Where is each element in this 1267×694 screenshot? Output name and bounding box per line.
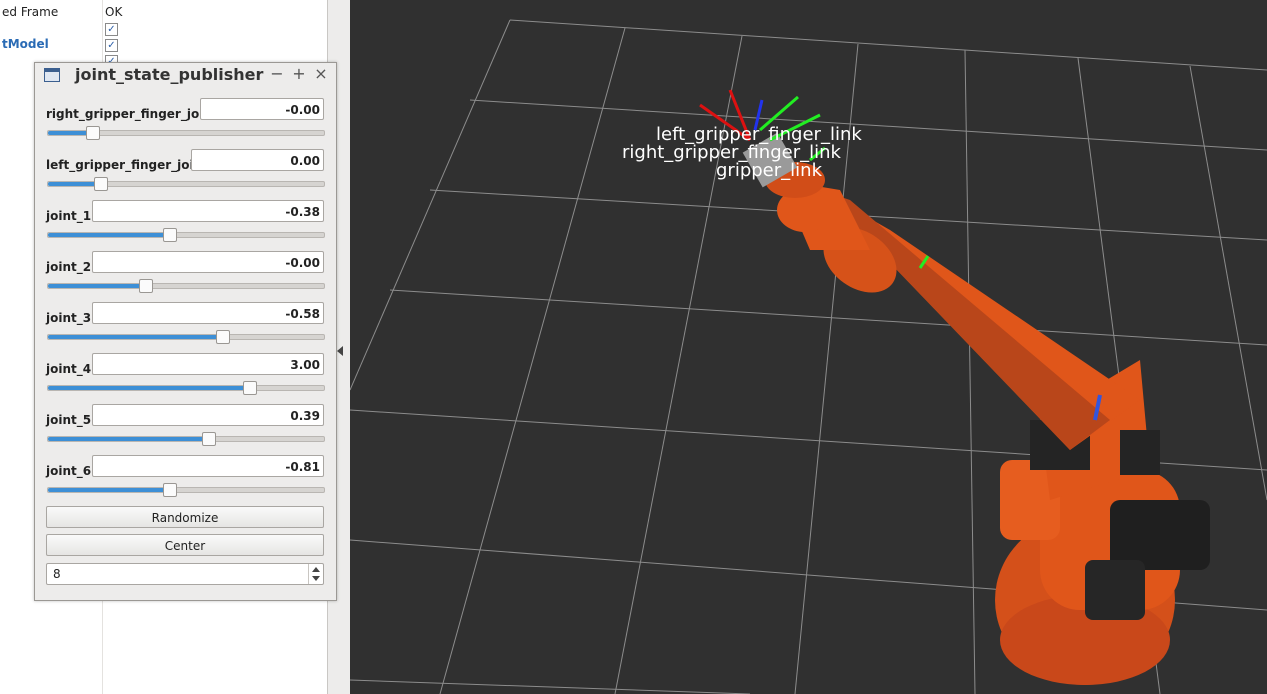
joint-slider[interactable] xyxy=(47,228,325,242)
joint-label: joint_1 xyxy=(46,209,92,223)
joint-slider[interactable] xyxy=(47,432,325,446)
property-row-robot-model[interactable]: tModel xyxy=(0,37,327,53)
joint-value-field[interactable]: 0.39 xyxy=(92,404,324,426)
slider-thumb[interactable] xyxy=(243,381,258,395)
minimize-button[interactable]: − xyxy=(269,64,285,83)
joint-row: right_gripper_finger_joint -0.00 xyxy=(35,98,336,149)
slider-thumb[interactable] xyxy=(94,177,109,191)
checkbox[interactable]: ✓ xyxy=(105,39,118,52)
slider-fill xyxy=(48,488,170,492)
spin-down-icon[interactable] xyxy=(312,576,320,581)
slider-thumb[interactable] xyxy=(202,432,217,446)
checkbox[interactable]: ✓ xyxy=(105,23,118,36)
slider-fill xyxy=(48,335,222,339)
slider-fill xyxy=(48,437,209,441)
window-titlebar[interactable]: joint_state_publisher − + × xyxy=(35,63,336,87)
spinbox-value: 8 xyxy=(53,567,61,581)
joint-slider[interactable] xyxy=(47,330,325,344)
joint-slider[interactable] xyxy=(47,126,325,140)
joint-label: joint_6 xyxy=(46,464,92,478)
joint-label: joint_2 xyxy=(46,260,92,274)
joint-value-field[interactable]: -0.81 xyxy=(92,455,324,477)
spinbox[interactable]: 8 xyxy=(46,563,324,585)
slider-fill xyxy=(48,233,170,237)
property-name: tModel xyxy=(2,37,49,51)
slider-fill xyxy=(48,386,250,390)
slider-thumb[interactable] xyxy=(163,228,178,242)
slider-fill xyxy=(48,284,145,288)
property-value: OK xyxy=(105,5,123,19)
joint-slider[interactable] xyxy=(47,279,325,293)
joint-row: joint_1 -0.38 xyxy=(35,200,336,251)
joint-slider[interactable] xyxy=(47,381,325,395)
center-button[interactable]: Center xyxy=(46,534,324,556)
slider-fill xyxy=(48,182,101,186)
joint-value-field[interactable]: 3.00 xyxy=(92,353,324,375)
joint-value-field[interactable]: 0.00 xyxy=(191,149,324,171)
joint-row: joint_2 -0.00 xyxy=(35,251,336,302)
spinbox-arrows[interactable] xyxy=(308,564,323,584)
scene-svg: left_gripper_finger_link right_gripper_f… xyxy=(350,19,1267,694)
slider-thumb[interactable] xyxy=(215,330,230,344)
joint-value-field[interactable]: -0.00 xyxy=(92,251,324,273)
maximize-button[interactable]: + xyxy=(291,64,307,83)
collapse-arrow-icon[interactable] xyxy=(337,346,343,356)
joint-value-field[interactable]: -0.38 xyxy=(92,200,324,222)
joint-state-publisher-window[interactable]: joint_state_publisher − + × right_grippe… xyxy=(34,62,337,601)
3d-view[interactable]: left_gripper_finger_link right_gripper_f… xyxy=(350,0,1267,694)
joint-row: joint_4 3.00 xyxy=(35,353,336,404)
joint-slider[interactable] xyxy=(47,483,325,497)
property-name: ed Frame xyxy=(2,5,59,19)
joint-slider[interactable] xyxy=(47,177,325,191)
joint-label: right_gripper_finger_joint xyxy=(46,107,218,121)
joint-label: joint_4 xyxy=(46,362,92,376)
window-icon xyxy=(44,68,60,82)
robot-arm[interactable] xyxy=(742,132,1210,685)
slider-thumb[interactable] xyxy=(163,483,178,497)
joint-value-field[interactable]: -0.58 xyxy=(92,302,324,324)
slider-thumb[interactable] xyxy=(86,126,101,140)
tf-label: gripper_link xyxy=(716,160,823,181)
joint-row: joint_5 0.39 xyxy=(35,404,336,455)
joint-label: joint_3 xyxy=(46,311,92,325)
window-title: joint_state_publisher xyxy=(75,65,264,84)
joint-label: joint_5 xyxy=(46,413,92,427)
property-row-fixed-frame[interactable]: ed Frame OK xyxy=(0,5,327,21)
close-button[interactable]: × xyxy=(313,64,329,83)
slider-thumb[interactable] xyxy=(138,279,153,293)
joint-row: joint_6 -0.81 xyxy=(35,455,336,506)
joint-row: left_gripper_finger_joint 0.00 xyxy=(35,149,336,200)
randomize-button[interactable]: Randomize xyxy=(46,506,324,528)
joint-row: joint_3 -0.58 xyxy=(35,302,336,353)
joint-value-field[interactable]: -0.00 xyxy=(200,98,324,120)
spin-up-icon[interactable] xyxy=(312,567,320,572)
joint-label: left_gripper_finger_joint xyxy=(46,158,208,172)
